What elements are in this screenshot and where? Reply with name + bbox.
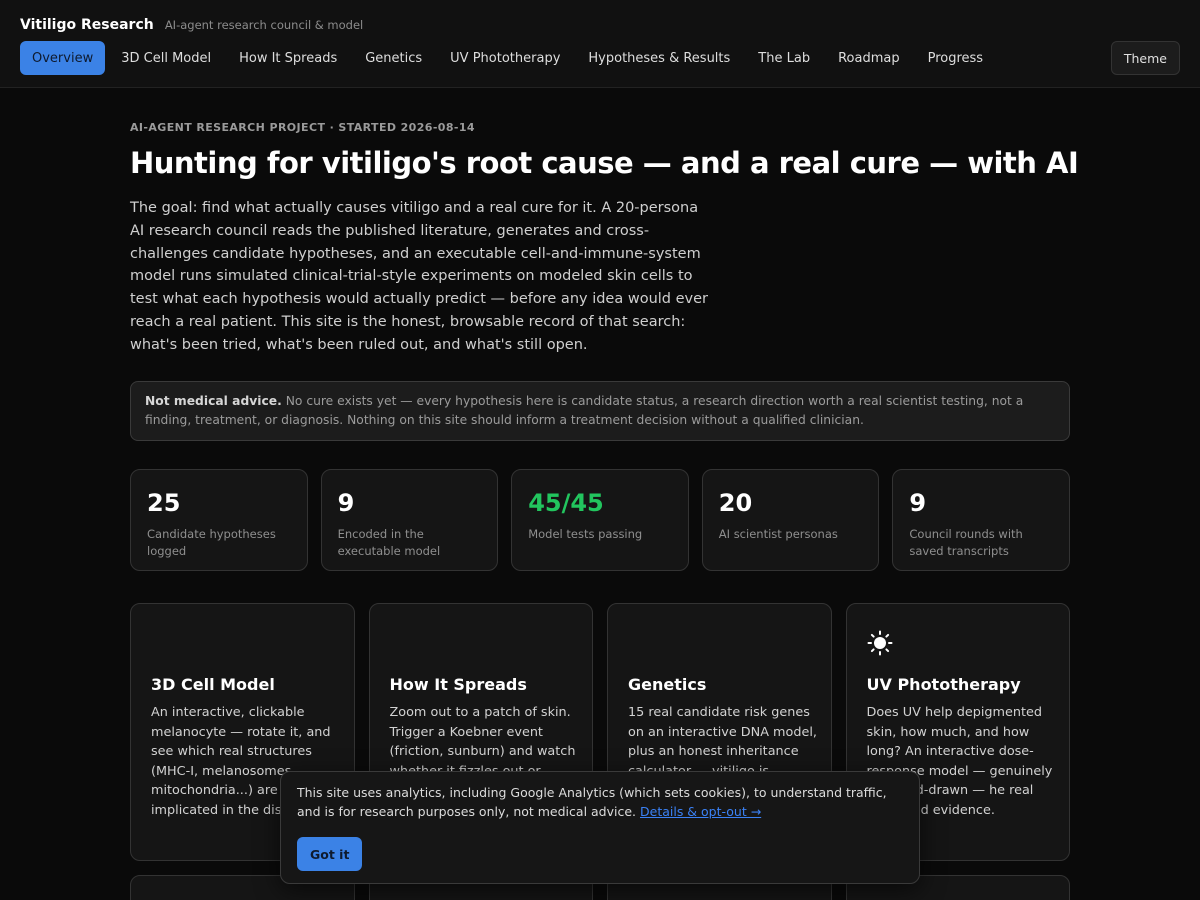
stat-value: 25: [147, 489, 181, 517]
card-title: Genetics: [628, 675, 707, 694]
stat-value: 9: [337, 489, 355, 517]
nav-item-hypotheses-results[interactable]: Hypotheses & Results: [576, 41, 742, 75]
nav-item-progress[interactable]: Progress: [916, 41, 995, 75]
stat-label: Encoded in the executable model: [337, 527, 441, 558]
site-header: Vitiligo Research AI-agent research coun…: [0, 0, 1200, 88]
nav-item-genetics[interactable]: Genetics: [353, 41, 434, 75]
stat-label: Council rounds with saved transcripts: [909, 527, 1023, 558]
stat-card: 20 AI scientist personas: [701, 469, 880, 571]
hero-intro: The goal: find what actually causes viti…: [130, 200, 708, 353]
stats-row: 25 Candidate hypotheses logged 9 Encoded…: [130, 469, 1070, 571]
stat-value: 9: [909, 489, 927, 517]
stat-card: 45/45 Model tests passing: [511, 469, 689, 571]
nav-item-the-lab[interactable]: The Lab: [746, 41, 822, 75]
card-title: How It Spreads: [389, 675, 527, 694]
cookie-message: This site uses analytics, including Goog…: [297, 785, 887, 819]
theme-button[interactable]: Theme: [1110, 41, 1180, 75]
nav-item-uv-phototherapy[interactable]: UV Phototherapy: [438, 41, 572, 75]
cookie-accept-button[interactable]: Got it: [297, 837, 363, 871]
brand-name[interactable]: Vitiligo Research: [20, 17, 154, 33]
stat-label: Model tests passing: [528, 527, 643, 541]
stat-label: AI scientist personas: [718, 527, 838, 541]
stat-value: 45/45: [528, 489, 604, 517]
stat-label: Candidate hypotheses logged: [147, 527, 276, 558]
brand[interactable]: Vitiligo Research AI-agent research coun…: [20, 14, 363, 33]
cookie-text: This site uses analytics, including Goog…: [297, 784, 903, 821]
hero-eyebrow: AI-AGENT RESEARCH PROJECT · STARTED 2026…: [130, 121, 475, 134]
stat-card: 9 Council rounds with saved transcripts: [892, 469, 1070, 571]
card-description: Zoom out to a patch of skin. Trigger a K…: [389, 705, 576, 779]
nav-item-overview[interactable]: Overview: [20, 41, 106, 75]
disclaimer-bold: Not medical advice.: [145, 394, 282, 408]
card-title: UV Phototherapy: [866, 675, 1021, 694]
sun-icon: [867, 630, 892, 656]
brand-tagline: AI-agent research council & model: [164, 18, 364, 32]
stat-card: 9 Encoded in the executable model: [320, 469, 499, 571]
medical-disclaimer: Not medical advice. No cure exists yet —…: [130, 381, 1070, 441]
card-title: 3D Cell Model: [151, 675, 275, 694]
main-nav: Overview 3D Cell Model How It Spreads Ge…: [20, 41, 995, 75]
card-description: 15 real candidate risk genes on an inter…: [628, 705, 817, 779]
nav-item-3d-cell-model[interactable]: 3D Cell Model: [109, 41, 223, 75]
nav-item-roadmap[interactable]: Roadmap: [826, 41, 912, 75]
cookie-details-link[interactable]: Details & opt-out →: [640, 804, 761, 819]
stat-value: 20: [718, 489, 753, 517]
nav-item-how-it-spreads[interactable]: How It Spreads: [227, 41, 349, 75]
page-title: Hunting for vitiligo's root cause — and …: [130, 146, 1079, 180]
stat-card: 25 Candidate hypotheses logged: [130, 469, 308, 571]
cookie-banner: This site uses analytics, including Goog…: [280, 771, 920, 884]
